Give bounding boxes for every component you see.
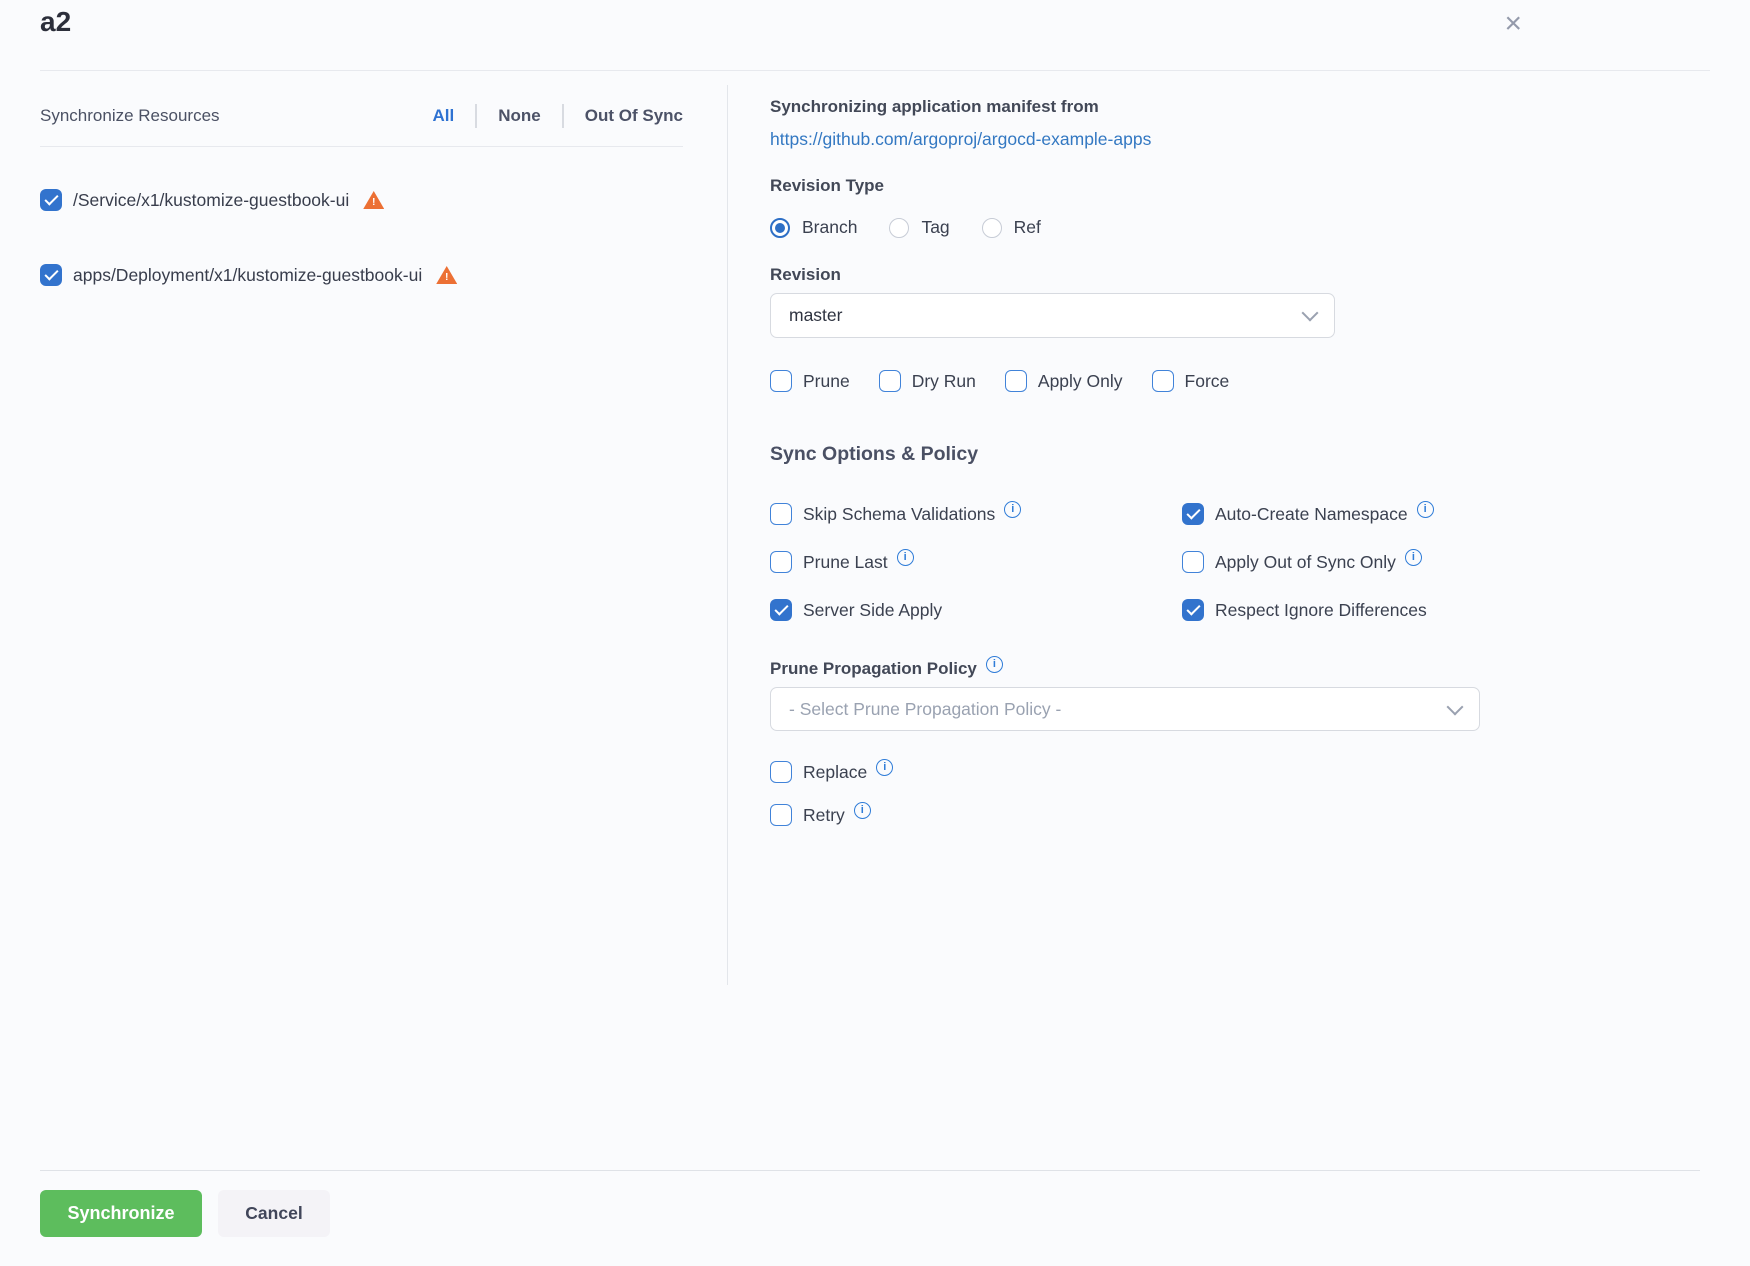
check-icon xyxy=(1186,505,1200,519)
info-icon[interactable]: i xyxy=(1405,549,1422,566)
chevron-down-icon xyxy=(1447,698,1464,715)
option-replace[interactable]: Replace i xyxy=(770,761,893,783)
prune-propagation-policy-select[interactable]: - Select Prune Propagation Policy - xyxy=(770,687,1480,731)
apply-out-of-sync-only-checkbox[interactable] xyxy=(1182,551,1204,573)
cancel-button[interactable]: Cancel xyxy=(218,1190,330,1237)
info-icon[interactable]: i xyxy=(854,802,871,819)
dry-run-checkbox[interactable] xyxy=(879,370,901,392)
sync-options-grid: Skip Schema Validations i Auto-Create Na… xyxy=(770,503,1434,621)
radio-ref[interactable]: Ref xyxy=(982,217,1041,238)
panel-divider xyxy=(727,85,728,985)
option-retry[interactable]: Retry i xyxy=(770,804,871,826)
warning-icon: ! xyxy=(363,191,384,209)
radio-tag[interactable]: Tag xyxy=(889,217,949,238)
resource-row: /Service/x1/kustomize-guestbook-ui ! xyxy=(40,188,384,212)
radio-icon[interactable] xyxy=(889,218,909,238)
synchronize-button[interactable]: Synchronize xyxy=(40,1190,202,1237)
check-icon xyxy=(774,601,788,615)
resource-label: /Service/x1/kustomize-guestbook-ui xyxy=(73,190,349,211)
resource-label: apps/Deployment/x1/kustomize-guestbook-u… xyxy=(73,265,422,286)
replace-checkbox[interactable] xyxy=(770,761,792,783)
tab-separator xyxy=(562,104,564,128)
resources-divider xyxy=(40,146,683,147)
warning-icon: ! xyxy=(436,266,457,284)
resources-header: Synchronize Resources All None Out Of Sy… xyxy=(40,101,683,131)
policy-placeholder: - Select Prune Propagation Policy - xyxy=(789,699,1061,720)
resource-checkbox[interactable] xyxy=(40,264,62,286)
revision-type-options: Branch Tag Ref xyxy=(770,217,1041,238)
prune-last-checkbox[interactable] xyxy=(770,551,792,573)
resource-filter-tabs: All None Out Of Sync xyxy=(433,104,683,128)
revision-value: master xyxy=(789,305,842,326)
close-icon[interactable]: × xyxy=(1504,8,1522,40)
revision-type-label: Revision Type xyxy=(770,176,884,196)
info-icon[interactable]: i xyxy=(986,656,1003,673)
radio-branch[interactable]: Branch xyxy=(770,217,857,238)
radio-icon[interactable] xyxy=(982,218,1002,238)
sync-flags: Prune Dry Run Apply Only Force xyxy=(770,370,1229,392)
check-icon xyxy=(44,191,58,205)
info-icon[interactable]: i xyxy=(1417,501,1434,518)
option-auto-create-namespace[interactable]: Auto-Create Namespace i xyxy=(1182,503,1434,525)
manifest-url-link[interactable]: https://github.com/argoproj/argocd-examp… xyxy=(770,129,1151,150)
manifest-heading: Synchronizing application manifest from xyxy=(770,97,1099,117)
flag-apply-only[interactable]: Apply Only xyxy=(1005,370,1123,392)
info-icon[interactable]: i xyxy=(1004,501,1021,518)
sync-options-heading: Sync Options & Policy xyxy=(770,443,978,466)
option-prune-last[interactable]: Prune Last i xyxy=(770,551,1182,573)
flag-prune[interactable]: Prune xyxy=(770,370,850,392)
skip-schema-validations-checkbox[interactable] xyxy=(770,503,792,525)
resources-heading: Synchronize Resources xyxy=(40,106,220,126)
option-apply-out-of-sync-only[interactable]: Apply Out of Sync Only i xyxy=(1182,551,1434,573)
filter-out-of-sync[interactable]: Out Of Sync xyxy=(585,106,683,126)
resource-checkbox[interactable] xyxy=(40,189,62,211)
prune-propagation-policy-label: Prune Propagation Policy xyxy=(770,659,977,679)
chevron-down-icon xyxy=(1302,305,1319,322)
info-icon[interactable]: i xyxy=(876,759,893,776)
apply-only-checkbox[interactable] xyxy=(1005,370,1027,392)
retry-checkbox[interactable] xyxy=(770,804,792,826)
flag-dry-run[interactable]: Dry Run xyxy=(879,370,976,392)
respect-ignore-differences-checkbox[interactable] xyxy=(1182,599,1204,621)
filter-none[interactable]: None xyxy=(498,106,541,126)
option-respect-ignore-differences[interactable]: Respect Ignore Differences xyxy=(1182,599,1434,621)
check-icon xyxy=(44,266,58,280)
flag-force[interactable]: Force xyxy=(1152,370,1230,392)
force-checkbox[interactable] xyxy=(1152,370,1174,392)
page-title: a2 xyxy=(40,6,71,38)
server-side-apply-checkbox[interactable] xyxy=(770,599,792,621)
tab-separator xyxy=(475,104,477,128)
auto-create-namespace-checkbox[interactable] xyxy=(1182,503,1204,525)
revision-select[interactable]: master xyxy=(770,293,1335,338)
prune-checkbox[interactable] xyxy=(770,370,792,392)
info-icon[interactable]: i xyxy=(897,549,914,566)
option-skip-schema-validations[interactable]: Skip Schema Validations i xyxy=(770,503,1182,525)
resource-row: apps/Deployment/x1/kustomize-guestbook-u… xyxy=(40,263,457,287)
prune-propagation-policy-header: Prune Propagation Policy i xyxy=(770,659,1003,679)
filter-all[interactable]: All xyxy=(433,106,455,126)
revision-label: Revision xyxy=(770,265,841,285)
footer-divider xyxy=(40,1170,1700,1171)
option-server-side-apply[interactable]: Server Side Apply xyxy=(770,599,1182,621)
radio-selected-icon[interactable] xyxy=(770,218,790,238)
header-divider xyxy=(40,70,1710,71)
check-icon xyxy=(1186,601,1200,615)
